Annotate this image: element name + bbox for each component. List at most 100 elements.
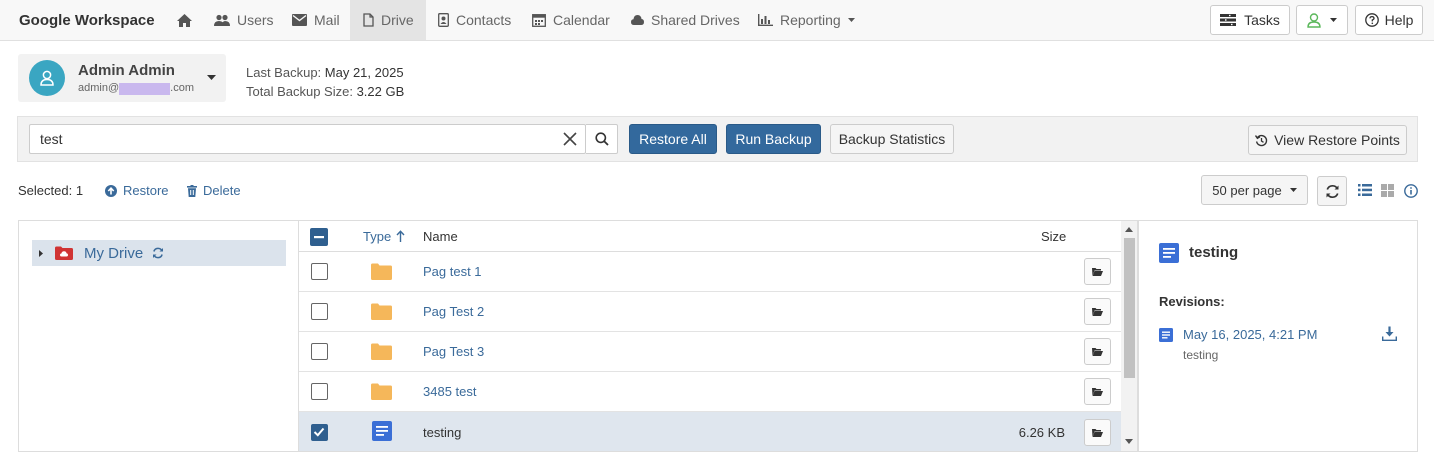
caret-down-icon [207,75,216,80]
user-outline-icon [1307,12,1321,28]
revisions-label: Revisions: [1159,294,1225,309]
folder-open-icon [1092,348,1103,356]
check-icon [313,427,325,437]
open-folder-button[interactable] [1084,419,1111,446]
row-checkbox[interactable] [311,263,328,280]
header-type[interactable]: Type [363,229,391,244]
nav-home[interactable] [166,0,202,40]
per-page-select[interactable]: 50 per page [1201,175,1308,205]
open-folder-button[interactable] [1084,258,1111,285]
folder-icon [371,303,392,320]
users-icon [214,14,230,27]
view-restore-points-button[interactable]: View Restore Points [1248,125,1407,155]
caret-right-icon[interactable] [39,249,43,257]
nav-reporting[interactable]: Reporting [758,0,855,40]
nav-contacts-label: Contacts [456,12,512,28]
table-row[interactable]: Pag Test 2 [299,292,1121,332]
row-checkbox[interactable] [311,424,328,441]
scroll-down-icon[interactable] [1125,439,1133,444]
mail-icon [292,14,307,26]
scroll-up-icon[interactable] [1125,227,1133,232]
vertical-scrollbar[interactable] [1121,221,1137,451]
top-navbar: Google Workspace Users Mail Drive Contac… [0,0,1434,41]
nav-drive-label: Drive [381,12,414,28]
user-menu-button[interactable] [1296,5,1348,35]
folder-open-icon [1092,429,1103,437]
restore-label: Restore [123,183,169,198]
revision-date[interactable]: May 16, 2025, 4:21 PM [1183,327,1317,342]
account-selector[interactable]: Admin Admin admin@ .com [18,54,226,102]
nav-mail[interactable]: Mail [292,0,340,40]
tasks-icon [1220,14,1237,26]
table-row[interactable]: Pag test 1 [299,252,1121,292]
backup-statistics-button[interactable]: Backup Statistics [830,124,954,154]
table-row[interactable]: 3485 test [299,372,1121,412]
nav-shared-drives-label: Shared Drives [651,12,740,28]
nav-users[interactable]: Users [214,0,274,40]
drive-folder-icon [55,246,73,260]
grid-view-icon[interactable] [1381,184,1394,197]
nav-drive[interactable]: Drive [350,0,426,40]
file-name[interactable]: Pag Test 3 [423,344,484,359]
per-page-value: 50 per page [1212,182,1282,198]
table-row[interactable]: testing 6.26 KB [299,412,1121,451]
caret-down-icon [1289,188,1297,192]
avatar [29,60,65,96]
open-folder-button[interactable] [1084,378,1111,405]
restore-link[interactable]: Restore [105,183,169,198]
nav-users-label: Users [237,12,274,28]
row-checkbox[interactable] [311,303,328,320]
total-backup-size: Total Backup Size: 3.22 GB [246,84,404,99]
nav-shared-drives[interactable]: Shared Drives [631,0,740,40]
folder-icon [371,343,392,360]
folder-icon [371,383,392,400]
email-prefix: admin@ [78,82,120,94]
search-input[interactable] [40,131,540,147]
restore-all-button[interactable]: Restore All [629,124,717,154]
header-type-label: Type [363,229,392,244]
help-button[interactable]: Help [1355,5,1423,35]
search-button[interactable] [586,124,618,154]
open-folder-button[interactable] [1084,338,1111,365]
select-all-checkbox[interactable] [310,228,328,246]
open-folder-button[interactable] [1084,298,1111,325]
list-view-icon[interactable] [1358,184,1372,196]
search-toolbar: Restore All Run Backup Backup Statistics… [17,116,1418,162]
file-name[interactable]: testing [423,425,461,440]
doc-icon [372,421,392,441]
minus-icon [314,236,324,239]
nav-calendar[interactable]: Calendar [532,0,610,40]
scroll-thumb[interactable] [1124,238,1135,378]
revision-name: testing [1183,348,1219,362]
table-row[interactable]: Pag Test 3 [299,332,1121,372]
sort-ascending-icon[interactable] [396,230,405,242]
info-icon[interactable] [1404,184,1418,198]
folder-open-icon [1092,268,1103,276]
header-name[interactable]: Name [423,229,458,244]
clear-icon[interactable] [562,131,578,147]
row-checkbox[interactable] [311,383,328,400]
view-restore-points-label: View Restore Points [1274,132,1400,148]
file-name[interactable]: Pag test 1 [423,264,482,279]
tree-label-my-drive: My Drive [84,244,144,262]
tasks-button[interactable]: Tasks [1210,5,1290,35]
file-name[interactable]: Pag Test 2 [423,304,484,319]
header-size[interactable]: Size [1041,229,1066,244]
run-backup-button[interactable]: Run Backup [726,124,821,154]
account-email: admin@ .com [78,82,194,95]
nav-contacts[interactable]: Contacts [438,0,511,40]
row-checkbox[interactable] [311,343,328,360]
brand-title: Google Workspace [19,12,155,29]
account-name: Admin Admin [78,62,175,79]
calendar-icon [532,13,546,27]
refresh-button[interactable] [1317,176,1347,206]
delete-link[interactable]: Delete [187,183,241,198]
file-name[interactable]: 3485 test [423,384,477,399]
tree-item-my-drive[interactable]: My Drive [32,240,286,266]
arrow-up-circle-icon [105,184,117,197]
download-icon[interactable] [1382,326,1397,341]
trash-icon [187,184,197,197]
file-icon [363,13,374,27]
caret-down-icon [1330,18,1337,22]
bar-chart-icon [758,14,773,26]
